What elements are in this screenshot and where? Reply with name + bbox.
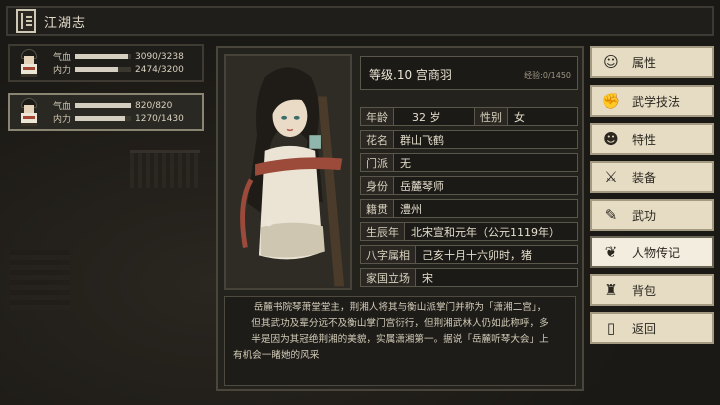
avatar	[15, 97, 43, 127]
page-title: 江湖志	[44, 15, 87, 31]
menu-label: 武学技法	[632, 94, 681, 109]
biography-text: 岳麓书院琴萧堂堂主，荆湘人将其与衡山派掌门并称为「潇湘二宫」， 但其武功及辈分远…	[224, 296, 576, 386]
bazi-field: 八字属相 己亥十月十六卯时，猪	[360, 245, 578, 264]
menu-label: 武功	[632, 208, 657, 223]
origin-value: 澧州	[400, 202, 422, 216]
menu-traits-button[interactable]: ☻ 特性	[590, 123, 714, 155]
party-member-card-2[interactable]: 气血 820/820 内力 1270/1430	[8, 93, 204, 131]
nation-value: 宋	[422, 271, 433, 285]
hp-value: 3090/3238	[135, 51, 184, 62]
hp-value: 820/820	[135, 100, 173, 111]
gender-field: 性别 女	[474, 107, 578, 126]
menu-label: 装备	[632, 170, 657, 185]
avatar	[15, 48, 43, 78]
door-icon: ▯	[606, 319, 616, 337]
origin-label: 籍贯	[361, 200, 394, 217]
menu-equipment-button[interactable]: ⚔ 装备	[590, 161, 714, 193]
mp-bar	[75, 116, 131, 121]
identity-value: 岳麓琴师	[400, 179, 444, 193]
bazi-label: 八字属相	[361, 246, 416, 263]
nation-label: 家国立场	[361, 269, 416, 286]
exp-value: 经验:0/1450	[524, 71, 571, 80]
person-icon: ☺	[603, 53, 619, 71]
book-icon	[16, 9, 36, 33]
age-field: 年龄 32 岁	[360, 107, 484, 126]
alias-value: 群山飞鹤	[400, 133, 444, 147]
party-member-card-1[interactable]: 气血 3090/3238 内力 2474/3200	[8, 44, 204, 82]
scroll-icon: ✎	[604, 206, 618, 224]
identity-field: 身份 岳麓琴师	[360, 176, 578, 195]
background-wall	[10, 250, 70, 310]
background-building	[130, 150, 200, 188]
birth-label: 生辰年	[361, 223, 405, 240]
hp-bar	[75, 103, 131, 108]
mp-label: 内力	[53, 115, 72, 125]
figure-icon: ☻	[603, 130, 619, 148]
bio-line: 半是因为其冠绝荆湘的美貌，实属潇湘第一。据说「岳麓听琴大会」上	[251, 334, 549, 345]
hp-label: 气血	[53, 102, 72, 112]
sect-value: 无	[400, 156, 411, 170]
nation-field: 家国立场 宋	[360, 268, 578, 287]
mp-bar	[75, 67, 131, 72]
menu-label: 返回	[632, 321, 657, 336]
bag-icon: ♜	[604, 281, 618, 299]
identity-label: 身份	[361, 177, 394, 194]
menu-label: 特性	[632, 132, 657, 147]
sect-field: 门派 无	[360, 153, 578, 172]
menu-martial-techniques-button[interactable]: ✊ 武学技法	[590, 85, 714, 117]
portrait-illustration	[226, 57, 350, 287]
bazi-value: 己亥十月十六卯时，猪	[422, 248, 532, 262]
character-panel: 等级.10 宫商羽 经验:0/1450 年龄 32 岁 性别 女 花名 群山飞鹤…	[216, 46, 584, 391]
bio-line: 但其武功及辈分远不及衡山掌门宫衍行，但荆湘武林人仍如此称呼，多	[251, 318, 549, 329]
birth-field: 生辰年 北宋宣和元年（公元1119年）	[360, 222, 578, 241]
bio-line: 岳麓书院琴萧堂堂主，荆湘人将其与衡山派掌门并称为「潇湘二宫」，	[253, 302, 547, 313]
menu-return-button[interactable]: ▯ 返回	[590, 312, 714, 344]
hp-bar	[75, 54, 131, 59]
age-value: 32 岁	[412, 110, 441, 124]
rank-title: 等级.10 宫商羽	[369, 68, 452, 82]
menu-label: 属性	[632, 55, 657, 70]
menu-kungfu-button[interactable]: ✎ 武功	[590, 199, 714, 231]
mp-value: 1270/1430	[135, 113, 184, 124]
character-portrait	[224, 54, 352, 290]
mp-label: 内力	[53, 66, 72, 76]
bio-line: 有机会一睹她的风采	[233, 350, 320, 361]
alias-field: 花名 群山飞鹤	[360, 130, 578, 149]
fist-icon: ✊	[601, 92, 621, 110]
birth-value: 北宋宣和元年（公元1119年）	[411, 225, 560, 239]
alias-label: 花名	[361, 131, 394, 148]
title-bar: 江湖志	[6, 6, 714, 36]
menu-biography-button[interactable]: ❦ 人物传记	[590, 236, 714, 268]
mp-value: 2474/3200	[135, 64, 184, 75]
origin-field: 籍贯 澧州	[360, 199, 578, 218]
menu-label: 背包	[632, 283, 657, 298]
sect-label: 门派	[361, 154, 394, 171]
gender-label: 性别	[475, 108, 508, 125]
biography-icon: ❦	[604, 243, 618, 261]
rank-box: 等级.10 宫商羽 经验:0/1450	[360, 56, 578, 90]
menu-bag-button[interactable]: ♜ 背包	[590, 274, 714, 306]
gender-value: 女	[514, 110, 525, 124]
menu-label: 人物传记	[632, 245, 681, 260]
age-label: 年龄	[361, 108, 394, 125]
sword-icon: ⚔	[604, 168, 618, 186]
hp-label: 气血	[53, 53, 72, 63]
menu-attributes-button[interactable]: ☺ 属性	[590, 46, 714, 78]
